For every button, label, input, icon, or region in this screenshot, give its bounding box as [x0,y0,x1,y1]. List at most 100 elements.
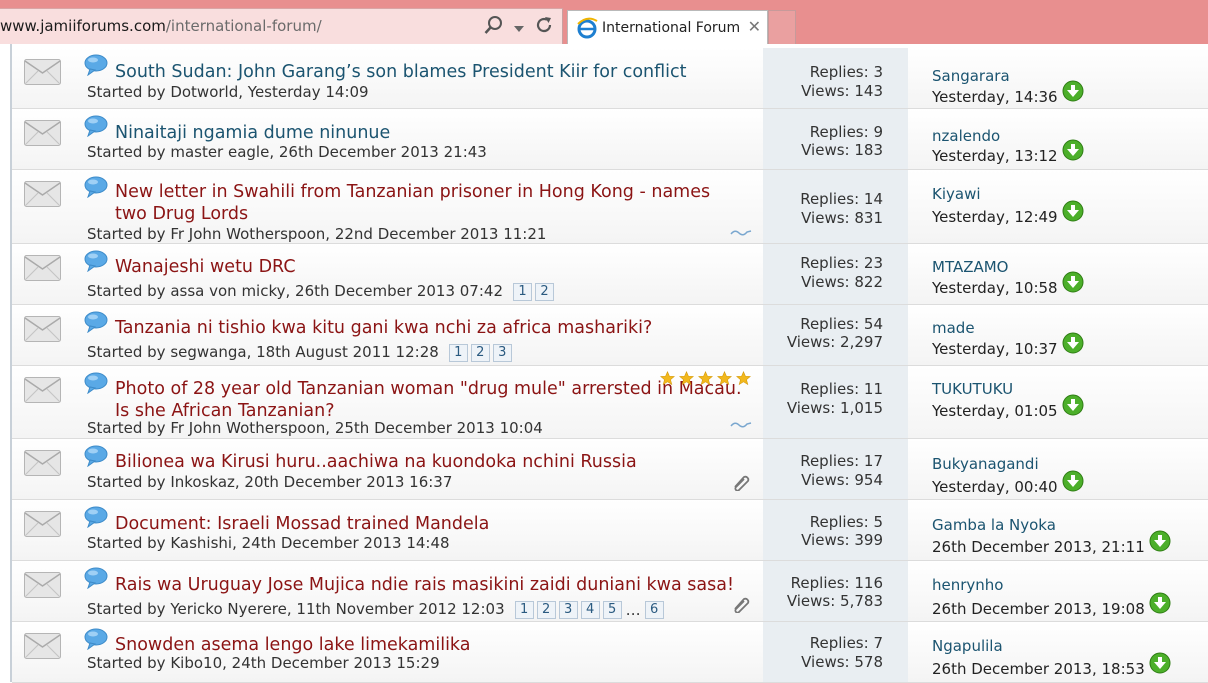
views-count: Views: 578 [801,653,883,671]
page-link[interactable]: 3 [492,343,512,362]
speech-bubble-icon [84,311,108,334]
thread-stats: Replies: 5 Views: 399 [763,500,908,560]
last-post-date: Yesterday, 10:58 [932,271,1084,297]
page-link[interactable]: 1 [448,343,468,362]
last-post-user-link[interactable]: Gamba la Nyoka [932,516,1056,534]
speech-bubble-icon [84,628,108,651]
speech-bubble-icon [84,54,108,77]
page-links: 12 [513,282,554,301]
thread-row[interactable]: Photo of 28 year old Tanzanian woman "dr… [12,366,1208,439]
browser-tab-international-forum[interactable]: International Forum ✕ [567,10,768,44]
thread-row[interactable]: South Sudan: John Garang’s son blames Pr… [12,48,1208,109]
last-post-user-link[interactable]: Kiyawi [932,185,981,203]
last-post-user-link[interactable]: TUKUTUKU [932,380,1013,398]
page-link[interactable]: 1 [514,600,534,619]
replies-count: Replies: 3 [809,63,883,81]
thread-row[interactable]: Document: Israeli Mossad trained Mandela… [12,500,1208,561]
new-tab-button[interactable] [768,10,796,44]
last-post-user-link[interactable]: nzalendo [932,127,1000,145]
thread-title-link[interactable]: Bilionea wa Kirusi huru..aachiwa na kuon… [115,451,745,473]
last-post-user-link[interactable]: henrynho [932,576,1003,594]
go-to-last-post-icon[interactable] [1149,592,1171,618]
page-link[interactable]: 4 [580,600,600,619]
starter-text: Started by Yericko Nyerere, 11th Novembe… [87,600,505,618]
last-post-date: Yesterday, 01:05 [932,394,1084,420]
last-post-user-link[interactable]: Ngapulila [932,637,1003,655]
page-link[interactable]: 3 [558,600,578,619]
last-post-user-link[interactable]: MTAZAMO [932,258,1009,276]
views-count: Views: 399 [801,531,883,549]
thread-starter: Started by Fr John Wotherspoon, 22nd Dec… [87,225,546,243]
thread-row[interactable]: Tanzania ni tishio kwa kitu gani kwa nch… [12,305,1208,366]
last-post-user-link[interactable]: made [932,319,975,337]
go-to-last-post-icon[interactable] [1062,271,1084,297]
thread-title-link[interactable]: Photo of 28 year old Tanzanian woman "dr… [115,378,745,422]
thread-starter: Started by Kibo10, 24th December 2013 15… [87,654,440,672]
thread-row[interactable]: New letter in Swahili from Tanzanian pri… [12,170,1208,244]
thread-title-link[interactable]: South Sudan: John Garang’s son blames Pr… [115,61,745,83]
thread-starter: Started by master eagle, 26th December 2… [87,143,487,161]
url-text[interactable]: www.jamiiforums.com/international-forum/ [0,17,322,35]
last-post-user-link[interactable]: Bukyanagandi [932,455,1039,473]
address-bar[interactable]: www.jamiiforums.com/international-forum/ [0,8,563,44]
page-link[interactable]: 5 [602,600,622,619]
search-icon[interactable] [484,15,504,39]
starter-text: Started by Fr John Wotherspoon, 25th Dec… [87,419,543,437]
thread-list: South Sudan: John Garang’s son blames Pr… [12,48,1208,683]
chevron-down-icon[interactable] [514,18,524,37]
thread-row[interactable]: Ninaitaji ngamia dume ninunue Started by … [12,109,1208,170]
thread-stats: Replies: 3 Views: 143 [763,48,908,108]
thread-row[interactable]: Snowden asema lengo lake limekamilika Sta… [12,622,1208,683]
page-ellipsis: … [625,600,641,619]
thread-starter: Started by Inkoskaz, 20th December 2013 … [87,473,452,491]
go-to-last-post-icon[interactable] [1149,652,1171,678]
tab-close-icon[interactable]: ✕ [748,17,761,36]
thread-starter: Started by Fr John Wotherspoon, 25th Dec… [87,419,543,437]
page-link[interactable]: 2 [535,282,554,301]
go-to-last-post-icon[interactable] [1062,200,1084,226]
rating-stars [659,370,752,390]
thread-stats: Replies: 17 Views: 954 [763,439,908,499]
go-to-last-post-icon[interactable] [1149,530,1171,556]
thread-title-link[interactable]: Ninaitaji ngamia dume ninunue [115,122,745,144]
go-to-last-post-icon[interactable] [1062,80,1084,106]
thread-title-link[interactable]: Document: Israeli Mossad trained Mandela [115,513,745,535]
starter-text: Started by Kibo10, 24th December 2013 15… [87,654,440,672]
replies-count: Replies: 7 [809,634,883,652]
page-link[interactable]: 2 [470,343,490,362]
ie-logo-icon [576,17,598,43]
speech-bubble-icon [84,372,108,395]
views-count: Views: 2,297 [786,333,883,351]
page-link[interactable]: 6 [644,600,664,619]
thread-title-link[interactable]: Wanajeshi wetu DRC [115,256,745,278]
replies-count: Replies: 54 [800,315,883,333]
thread-title-link[interactable]: Tanzania ni tishio kwa kitu gani kwa nch… [115,317,745,339]
thread-title-link[interactable]: Rais wa Uruguay Jose Mujica ndie rais ma… [115,574,745,596]
thread-row[interactable]: Bilionea wa Kirusi huru..aachiwa na kuon… [12,439,1208,500]
page-link[interactable]: 2 [536,600,556,619]
go-to-last-post-icon[interactable] [1062,139,1084,165]
paperclip-icon [732,595,752,617]
go-to-last-post-icon[interactable] [1062,394,1084,420]
thread-stats: Replies: 116 Views: 5,783 [763,561,908,621]
thread-title-link[interactable]: New letter in Swahili from Tanzanian pri… [115,181,745,225]
last-post-date: Yesterday, 14:36 [932,80,1084,106]
last-post-user-link[interactable]: Sangarara [932,67,1010,85]
star-icon [678,370,695,390]
speech-bubble-icon [84,250,108,273]
replies-count: Replies: 17 [800,452,883,470]
refresh-icon[interactable] [534,15,554,39]
thread-row[interactable]: Wanajeshi wetu DRC Started by assa von mi… [12,244,1208,305]
thread-title-link[interactable]: Snowden asema lengo lake limekamilika [115,634,745,656]
page-link[interactable]: 1 [513,282,532,301]
go-to-last-post-icon[interactable] [1062,470,1084,496]
last-post-date: Yesterday, 00:40 [932,470,1084,496]
starter-text: Started by assa von micky, 26th December… [87,282,503,300]
thread-starter: Started by segwanga, 18th August 2011 12… [87,343,512,362]
go-to-last-post-icon[interactable] [1062,332,1084,358]
envelope-icon [24,450,61,476]
views-count: Views: 143 [801,82,883,100]
thread-starter: Started by Yericko Nyerere, 11th Novembe… [87,600,664,619]
speech-bubble-icon [84,567,108,590]
thread-row[interactable]: Rais wa Uruguay Jose Mujica ndie rais ma… [12,561,1208,622]
